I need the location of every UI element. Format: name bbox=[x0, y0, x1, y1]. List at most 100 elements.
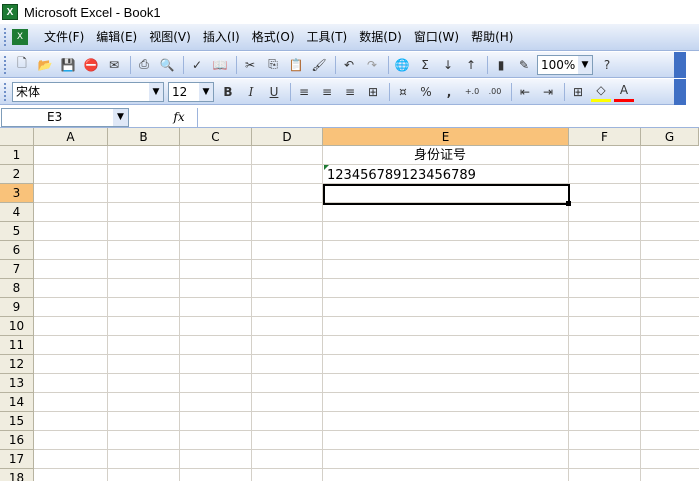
select-all-button[interactable] bbox=[0, 128, 34, 146]
column-header-F[interactable]: F bbox=[569, 128, 641, 146]
font-name-select[interactable]: 宋体 ▼ bbox=[12, 81, 164, 102]
row-header-6[interactable]: 6 bbox=[0, 241, 34, 260]
row-header-8[interactable]: 8 bbox=[0, 279, 34, 298]
formula-input[interactable] bbox=[197, 107, 699, 127]
separator bbox=[511, 82, 512, 101]
row-header-11[interactable]: 11 bbox=[0, 336, 34, 355]
toolbar-options[interactable] bbox=[674, 78, 686, 105]
menu-view[interactable]: 视图(V) bbox=[143, 27, 197, 47]
menu-tools[interactable]: 工具(T) bbox=[301, 27, 354, 47]
name-box[interactable]: E3 ▼ bbox=[1, 107, 129, 127]
zoom-value: 100% bbox=[541, 57, 576, 72]
chevron-down-icon[interactable]: ▼ bbox=[149, 82, 163, 101]
underline-button[interactable]: U bbox=[264, 82, 284, 102]
row-header-12[interactable]: 12 bbox=[0, 355, 34, 374]
chevron-down-icon[interactable]: ▼ bbox=[578, 55, 592, 74]
italic-button[interactable]: I bbox=[241, 82, 261, 102]
grip-handle[interactable] bbox=[4, 82, 8, 101]
hyperlink-icon[interactable]: 🌐 bbox=[392, 55, 412, 75]
row-header-15[interactable]: 15 bbox=[0, 412, 34, 431]
sort-ascending-icon[interactable]: ↓ bbox=[438, 55, 458, 75]
cell-E2[interactable]: 123456789123456789 bbox=[327, 166, 476, 185]
row-header-16[interactable]: 16 bbox=[0, 431, 34, 450]
row-header-10[interactable]: 10 bbox=[0, 317, 34, 336]
grip-handle[interactable] bbox=[4, 28, 8, 46]
print-icon[interactable]: ⎙ bbox=[134, 55, 154, 75]
worksheet-grid[interactable]: ABCDEFG 1 2 3 4 5 6 7 8 9 10 11 12 13 14 15 16 17 18 身份证号… bbox=[0, 128, 699, 481]
zoom-select[interactable]: 100% ▼ bbox=[537, 54, 593, 75]
comma-button[interactable]: , bbox=[439, 82, 459, 102]
decrease-decimal-icon[interactable]: .00 bbox=[485, 82, 505, 102]
chart-wizard-icon[interactable]: ▮ bbox=[491, 55, 511, 75]
menu-window[interactable]: 窗口(W) bbox=[408, 27, 465, 47]
permission-icon[interactable]: ⛔ bbox=[81, 55, 101, 75]
spelling-icon[interactable]: ✓ bbox=[187, 55, 207, 75]
insert-function-icon[interactable]: fx bbox=[169, 110, 189, 124]
menu-format[interactable]: 格式(O) bbox=[246, 27, 301, 47]
row-header-5[interactable]: 5 bbox=[0, 222, 34, 241]
save-icon[interactable]: 💾 bbox=[58, 55, 78, 75]
paste-icon[interactable]: 📋 bbox=[286, 55, 306, 75]
align-right-icon[interactable]: ≡ bbox=[340, 82, 360, 102]
column-gridline bbox=[179, 146, 180, 481]
row-header-18[interactable]: 18 bbox=[0, 469, 34, 481]
workbook-icon[interactable]: X bbox=[12, 29, 28, 45]
column-header-B[interactable]: B bbox=[108, 128, 180, 146]
row-header-7[interactable]: 7 bbox=[0, 260, 34, 279]
column-header-C[interactable]: C bbox=[180, 128, 252, 146]
font-color-icon[interactable]: A bbox=[614, 82, 634, 102]
menu-data[interactable]: 数据(D) bbox=[353, 27, 408, 47]
merge-center-icon[interactable]: ⊞ bbox=[363, 82, 383, 102]
print-preview-icon[interactable]: 🔍 bbox=[157, 55, 177, 75]
align-center-icon[interactable]: ≡ bbox=[317, 82, 337, 102]
undo-icon[interactable]: ↶ bbox=[339, 55, 359, 75]
decrease-indent-icon[interactable]: ⇤ bbox=[515, 82, 535, 102]
row-header-13[interactable]: 13 bbox=[0, 374, 34, 393]
fill-color-icon[interactable]: ◇ bbox=[591, 82, 611, 102]
align-left-icon[interactable]: ≡ bbox=[294, 82, 314, 102]
cell-E1[interactable]: 身份证号 bbox=[414, 146, 466, 165]
toolbar-options[interactable] bbox=[674, 51, 686, 78]
active-cell-E3[interactable] bbox=[323, 184, 570, 205]
drawing-icon[interactable]: ✎ bbox=[514, 55, 534, 75]
borders-icon[interactable]: ⊞ bbox=[568, 82, 588, 102]
autosum-icon[interactable]: Σ bbox=[415, 55, 435, 75]
menu-help[interactable]: 帮助(H) bbox=[465, 27, 519, 47]
help-icon[interactable]: ? bbox=[597, 55, 617, 75]
currency-icon[interactable]: ¤ bbox=[393, 82, 413, 102]
row-header-2[interactable]: 2 bbox=[0, 165, 34, 184]
grip-handle[interactable] bbox=[4, 55, 8, 74]
column-header-A[interactable]: A bbox=[34, 128, 108, 146]
row-header-1[interactable]: 1 bbox=[0, 146, 34, 165]
column-header-D[interactable]: D bbox=[252, 128, 323, 146]
column-header-E[interactable]: E bbox=[323, 128, 569, 146]
bold-button[interactable]: B bbox=[218, 82, 238, 102]
sort-descending-icon[interactable]: ↑ bbox=[461, 55, 481, 75]
row-gridline bbox=[34, 221, 699, 222]
increase-indent-icon[interactable]: ⇥ bbox=[538, 82, 558, 102]
row-header-4[interactable]: 4 bbox=[0, 203, 34, 222]
chevron-down-icon[interactable]: ▼ bbox=[113, 108, 128, 126]
menu-edit[interactable]: 编辑(E) bbox=[90, 27, 143, 47]
open-icon[interactable]: 📂 bbox=[35, 55, 55, 75]
row-header-14[interactable]: 14 bbox=[0, 393, 34, 412]
email-icon[interactable]: ✉ bbox=[104, 55, 124, 75]
cut-icon[interactable]: ✂ bbox=[240, 55, 260, 75]
chevron-down-icon[interactable]: ▼ bbox=[199, 82, 213, 101]
column-header-G[interactable]: G bbox=[641, 128, 699, 146]
increase-decimal-icon[interactable]: +.0 bbox=[462, 82, 482, 102]
font-size-select[interactable]: 12 ▼ bbox=[168, 81, 214, 102]
new-icon[interactable]: 🗋 bbox=[12, 55, 32, 75]
menu-file[interactable]: 文件(F) bbox=[38, 27, 90, 47]
fill-handle[interactable] bbox=[566, 201, 571, 206]
row-header-17[interactable]: 17 bbox=[0, 450, 34, 469]
copy-icon[interactable]: ⎘ bbox=[263, 55, 283, 75]
research-icon[interactable]: 📖 bbox=[210, 55, 230, 75]
percent-button[interactable]: % bbox=[416, 82, 436, 102]
menu-insert[interactable]: 插入(I) bbox=[197, 27, 246, 47]
redo-icon[interactable]: ↷ bbox=[362, 55, 382, 75]
row-header-3[interactable]: 3 bbox=[0, 184, 34, 203]
format-painter-icon[interactable]: 🖌 bbox=[309, 55, 329, 75]
column-gridline bbox=[251, 146, 252, 481]
row-header-9[interactable]: 9 bbox=[0, 298, 34, 317]
